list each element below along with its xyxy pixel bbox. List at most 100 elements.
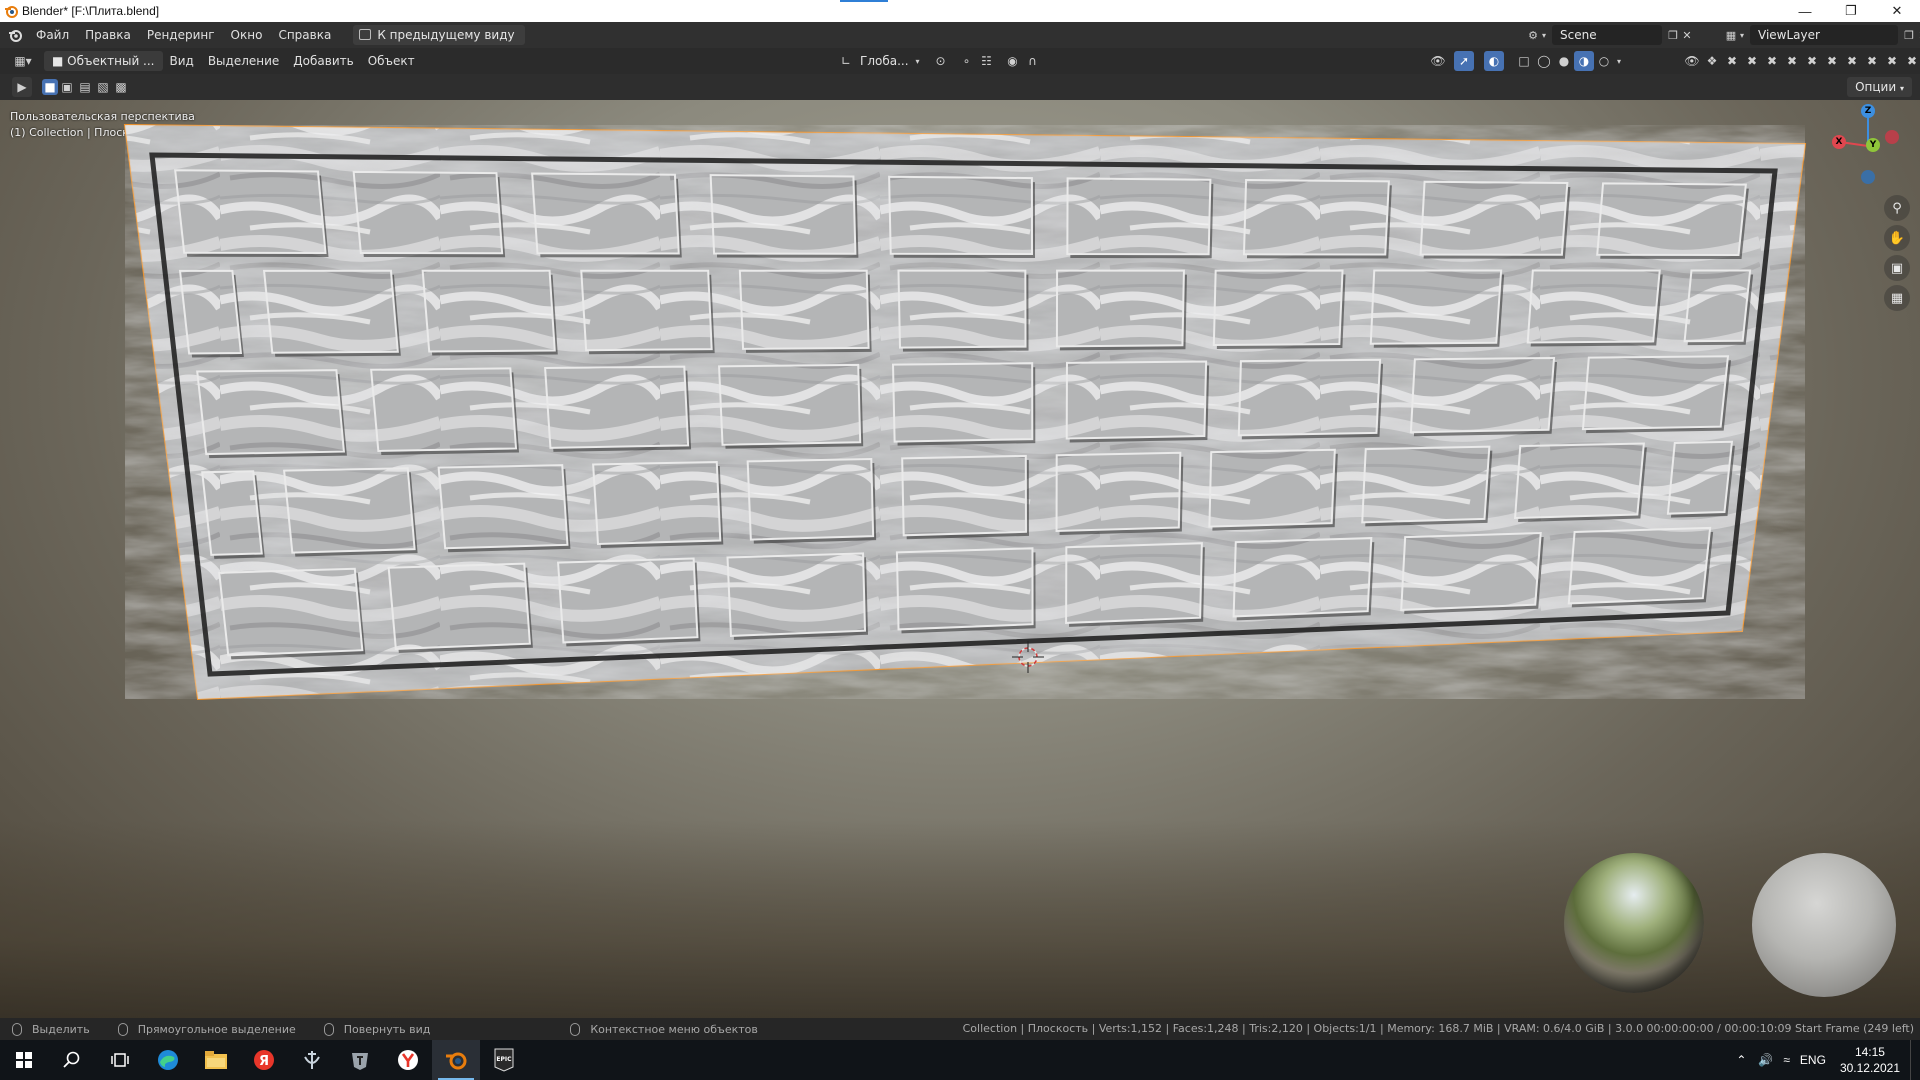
gizmo-toggle-icon[interactable]: ➚ bbox=[1454, 51, 1474, 71]
edge-icon[interactable] bbox=[144, 1040, 192, 1080]
filter-x-icon[interactable]: ✖ bbox=[1822, 51, 1842, 71]
menu-window[interactable]: Окно bbox=[223, 22, 271, 48]
select-tool-icon[interactable]: ▶ bbox=[12, 77, 32, 97]
menu-edit[interactable]: Правка bbox=[77, 22, 139, 48]
scene-icon[interactable]: ⚙ bbox=[1526, 28, 1540, 42]
proportional-edit-icon[interactable]: ◉ bbox=[1003, 51, 1023, 71]
menu-help[interactable]: Справка bbox=[270, 22, 339, 48]
menu-file[interactable]: Файл bbox=[28, 22, 77, 48]
scene-name-field[interactable]: Scene bbox=[1552, 25, 1662, 45]
mouse-drag-icon bbox=[117, 1022, 128, 1036]
close-button[interactable]: ✕ bbox=[1874, 0, 1920, 22]
gizmo-y-axis[interactable]: Y bbox=[1866, 138, 1880, 152]
chevron-down-icon[interactable]: ▾ bbox=[1540, 28, 1548, 42]
overlay-toggle-icon[interactable]: ◐ bbox=[1484, 51, 1504, 71]
snap-target-icon[interactable]: ☷ bbox=[977, 51, 997, 71]
svg-text:Я: Я bbox=[259, 1054, 269, 1069]
task-view-icon[interactable] bbox=[96, 1040, 144, 1080]
brick-tile bbox=[1212, 269, 1344, 347]
show-desktop-button[interactable] bbox=[1910, 1040, 1920, 1080]
brick-tile bbox=[196, 369, 346, 456]
start-icon[interactable] bbox=[0, 1040, 48, 1080]
pan-hand-icon[interactable]: ✋ bbox=[1884, 225, 1910, 251]
filter-x-icon[interactable]: ✖ bbox=[1882, 51, 1902, 71]
options-dropdown[interactable]: Опции ▾ bbox=[1847, 77, 1912, 97]
tray-chevron-up-icon[interactable]: ⌃ bbox=[1736, 1053, 1746, 1067]
filter-x-icon[interactable]: ✖ bbox=[1742, 51, 1762, 71]
game-icon[interactable] bbox=[336, 1040, 384, 1080]
brick-tile bbox=[592, 461, 722, 545]
view-layer-field[interactable]: ViewLayer bbox=[1750, 25, 1898, 45]
maximize-button[interactable]: ❐ bbox=[1828, 0, 1874, 22]
editor-type-icon[interactable]: ▦▾ bbox=[8, 51, 38, 71]
menu-object[interactable]: Объект bbox=[361, 48, 422, 74]
new-view-layer-icon[interactable]: ❐ bbox=[1902, 28, 1916, 42]
wireframe-shading-icon[interactable]: ◯ bbox=[1534, 51, 1554, 71]
explorer-icon[interactable] bbox=[192, 1040, 240, 1080]
select-intersect-icon[interactable]: ▩ bbox=[112, 77, 130, 97]
remove-scene-icon[interactable]: ✕ bbox=[1680, 28, 1694, 42]
orientation-icon[interactable]: ∟ bbox=[836, 51, 856, 71]
visibility-icon[interactable]: 👁 bbox=[1428, 51, 1448, 71]
view-layer-icon[interactable]: ▦ bbox=[1724, 28, 1738, 42]
solid-shading-icon[interactable]: ● bbox=[1554, 51, 1574, 71]
filter-x-icon[interactable]: ✖ bbox=[1842, 51, 1862, 71]
remove-view-layer-icon[interactable]: ✕ bbox=[1916, 28, 1920, 42]
select-new-icon[interactable]: ■ bbox=[42, 79, 58, 95]
network-icon[interactable]: ≈ bbox=[1783, 1053, 1790, 1067]
3d-viewport[interactable]: Пользовательская перспектива (1) Collect… bbox=[0, 100, 1920, 1018]
filter-x-icon[interactable]: ✖ bbox=[1902, 51, 1920, 71]
perspective-toggle-icon[interactable]: ▦ bbox=[1884, 285, 1910, 311]
gizmo-x-axis[interactable]: X bbox=[1832, 135, 1846, 149]
filter-x-icon[interactable]: ✖ bbox=[1782, 51, 1802, 71]
yandex-icon[interactable]: Я bbox=[240, 1040, 288, 1080]
select-extend-icon[interactable]: ▣ bbox=[58, 77, 76, 97]
mode-dropdown[interactable]: ■ Объектный ... bbox=[44, 51, 163, 71]
gizmo-neg-z-axis[interactable] bbox=[1861, 170, 1875, 184]
back-to-previous-button[interactable]: К предыдущему виду bbox=[353, 25, 525, 45]
brick-tile bbox=[387, 562, 531, 650]
orientation-label[interactable]: Глоба... bbox=[860, 54, 909, 68]
filter-x-icon[interactable]: ✖ bbox=[1762, 51, 1782, 71]
camera-view-icon[interactable]: ▣ bbox=[1884, 255, 1910, 281]
scene-statistics: Collection | Плоскость | Verts:1,152 | F… bbox=[962, 1022, 1914, 1035]
filter-x-icon[interactable]: ✖ bbox=[1802, 51, 1822, 71]
volume-icon[interactable]: 🔊 bbox=[1758, 1053, 1773, 1067]
brick-tile bbox=[557, 557, 699, 644]
menu-add[interactable]: Добавить bbox=[286, 48, 360, 74]
menu-select[interactable]: Выделение bbox=[201, 48, 286, 74]
xray-icon[interactable]: □ bbox=[1514, 51, 1534, 71]
zoom-icon[interactable]: ⚲ bbox=[1884, 195, 1910, 221]
menu-render[interactable]: Рендеринг bbox=[139, 22, 223, 48]
clock[interactable]: 14:15 30.12.2021 bbox=[1840, 1044, 1900, 1076]
epic-icon[interactable]: EPIC bbox=[480, 1040, 528, 1080]
new-scene-icon[interactable]: ❐ bbox=[1666, 28, 1680, 42]
screen-icon bbox=[359, 29, 372, 40]
select-invert-icon[interactable]: ▧ bbox=[94, 77, 112, 97]
minimize-button[interactable]: — bbox=[1782, 0, 1828, 22]
rendered-shading-icon[interactable]: ○ bbox=[1594, 51, 1614, 71]
blender-menu-icon[interactable] bbox=[8, 28, 22, 42]
select-subtract-icon[interactable]: ▤ bbox=[76, 77, 94, 97]
filter-x-icon[interactable]: ✖ bbox=[1862, 51, 1882, 71]
gizmo-neg-x-axis[interactable] bbox=[1885, 130, 1899, 144]
eye-icon[interactable]: 👁 bbox=[1682, 51, 1702, 71]
chevron-down-icon[interactable]: ▾ bbox=[1614, 51, 1624, 71]
language-indicator[interactable]: ENG bbox=[1800, 1053, 1826, 1067]
select-filter-icon[interactable]: ❖ bbox=[1702, 51, 1722, 71]
chevron-down-icon[interactable]: ▾ bbox=[913, 51, 923, 71]
pivot-icon[interactable]: ⊙ bbox=[931, 51, 951, 71]
filter-x-icon[interactable]: ✖ bbox=[1722, 51, 1742, 71]
falloff-icon[interactable]: ∩ bbox=[1023, 51, 1043, 71]
material-shading-icon[interactable]: ◑ bbox=[1574, 51, 1594, 71]
steam-icon[interactable] bbox=[288, 1040, 336, 1080]
navigation-gizmo[interactable]: Z X Y bbox=[1822, 100, 1902, 184]
yandex-browser-icon[interactable] bbox=[384, 1040, 432, 1080]
menu-view[interactable]: Вид bbox=[163, 48, 201, 74]
gizmo-z-axis[interactable]: Z bbox=[1861, 104, 1875, 118]
chevron-down-icon[interactable]: ▾ bbox=[1738, 28, 1746, 42]
blender-taskbar-icon[interactable] bbox=[432, 1040, 480, 1080]
tool-settings-bar: ▶ ■ ▣ ▤ ▧ ▩ Опции ▾ bbox=[0, 74, 1920, 100]
search-icon[interactable] bbox=[48, 1040, 96, 1080]
snap-icon[interactable]: ∘ bbox=[957, 51, 977, 71]
